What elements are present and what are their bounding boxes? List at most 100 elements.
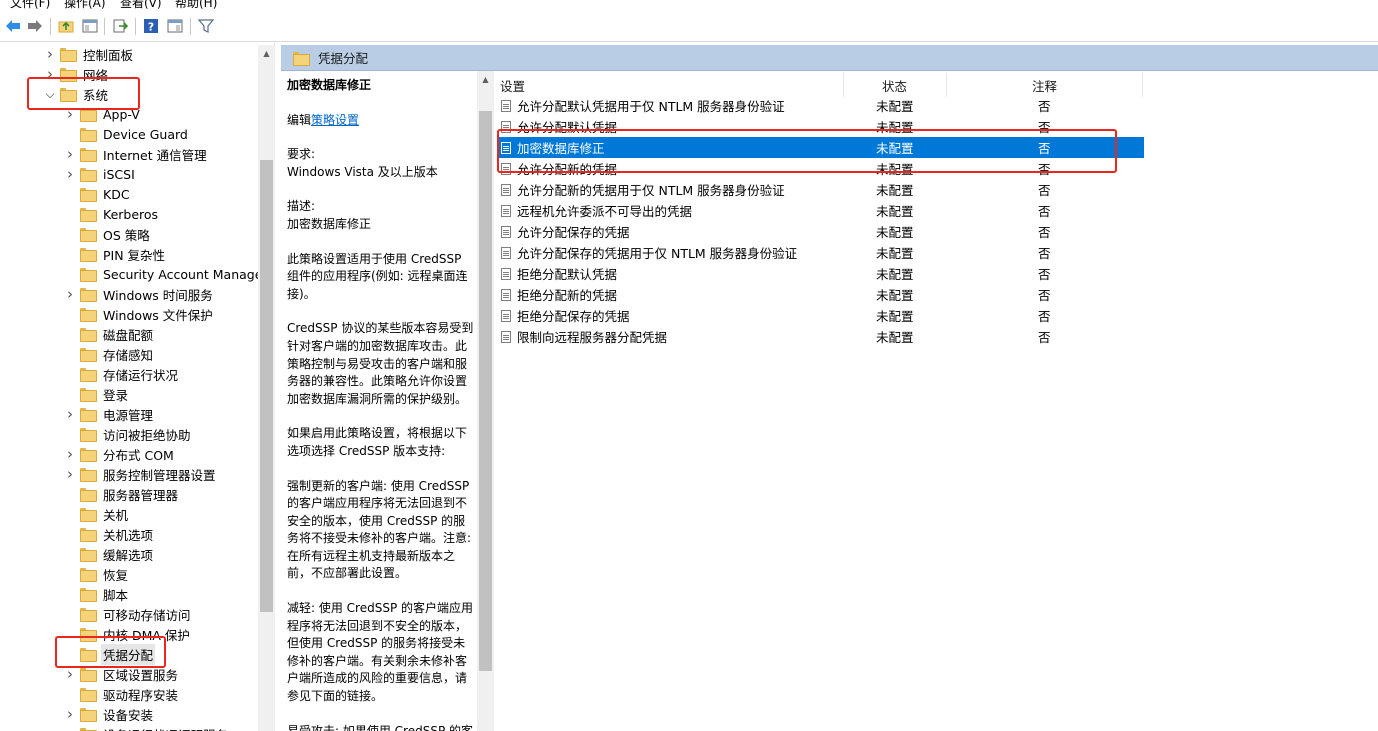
setting-row[interactable]: 允许分配保存的凭据 未配置 否 (498, 221, 1144, 242)
console-tree: › 控制面板 › 网络 ⌵ 系统 › App-V Device Guard › Internet 通… (0, 43, 275, 731)
tree-item[interactable]: › 区域设置服务 (64, 664, 180, 684)
chevron-right-icon[interactable]: › (44, 65, 56, 83)
setting-row[interactable]: 允许分配新的凭据用于仅 NTLM 服务器身份验证 未配置 否 (498, 179, 1144, 200)
tree-item[interactable]: OS 策略 (64, 224, 152, 244)
desc-desc-label: 描述: (287, 199, 316, 214)
setting-row[interactable]: 允许分配保存的凭据用于仅 NTLM 服务器身份验证 未配置 否 (498, 242, 1144, 263)
folder-icon (80, 528, 97, 542)
tree-item[interactable]: Security Account Manager (64, 264, 270, 284)
tree-item[interactable]: 磁盘配额 (64, 324, 155, 344)
tree-item[interactable]: 关机选项 (64, 524, 155, 544)
chevron-right-icon[interactable]: › (64, 665, 76, 683)
tree-item[interactable]: › Windows 时间服务 (64, 284, 215, 304)
tree-item[interactable]: 缓解选项 (64, 544, 155, 564)
menu-view[interactable]: 查看(V) (120, 0, 162, 11)
tree-item[interactable]: › 服务控制管理器设置 (64, 464, 218, 484)
column-header-setting[interactable]: 设置 (500, 73, 525, 97)
tree-item[interactable]: 访问被拒绝协助 (64, 424, 193, 444)
tree-item[interactable]: 驱动程序安装 (64, 684, 180, 704)
folder-icon (80, 428, 97, 442)
filter-icon[interactable] (197, 17, 215, 35)
chevron-down-icon[interactable]: ⌵ (44, 87, 56, 102)
tree-item[interactable]: PIN 复杂性 (64, 244, 167, 264)
chevron-right-icon[interactable]: › (44, 45, 56, 63)
chevron-right-icon[interactable]: › (64, 145, 76, 163)
tree-item[interactable]: 服务器管理器 (64, 484, 180, 504)
setting-name: 允许分配新的凭据用于仅 NTLM 服务器身份验证 (517, 183, 785, 198)
right-pane-title: 凭据分配 (318, 51, 369, 66)
tree-item[interactable]: Windows 文件保护 (64, 304, 215, 324)
export-list-icon[interactable] (111, 17, 129, 35)
tree-item[interactable]: KDC (64, 184, 132, 204)
policy-setting-icon (501, 141, 511, 154)
tree-item-label: 设备运行状况证明服务 (101, 724, 230, 731)
setting-row[interactable]: 远程机允许委派不可导出的凭据 未配置 否 (498, 200, 1144, 221)
tree-item[interactable]: 凭据分配 (64, 643, 156, 665)
tree-item[interactable]: 设备运行状况证明服务 (64, 724, 230, 731)
chevron-right-icon[interactable]: › (64, 165, 76, 183)
tree-scrollbar[interactable]: ▲ (258, 45, 275, 731)
tree-item[interactable]: 脚本 (64, 584, 130, 604)
tree-item[interactable]: › 网络 (44, 64, 110, 84)
console-tree-icon[interactable] (81, 17, 99, 35)
tree-item[interactable]: Device Guard (64, 124, 190, 144)
tree-item[interactable]: 可移动存储访问 (64, 604, 193, 624)
folder-icon (80, 148, 97, 162)
chevron-right-icon[interactable]: › (64, 705, 76, 723)
help-icon[interactable]: ? (142, 17, 160, 35)
setting-state: 未配置 (876, 120, 914, 135)
tree-item[interactable]: › 控制面板 (44, 44, 135, 64)
setting-row[interactable]: 允许分配默认凭据 未配置 否 (498, 116, 1144, 137)
tree-item[interactable]: 登录 (64, 384, 130, 404)
setting-row[interactable]: 拒绝分配默认凭据 未配置 否 (498, 263, 1144, 284)
edit-policy-link[interactable]: 策略设置 (311, 113, 359, 127)
chevron-right-icon[interactable]: › (64, 445, 76, 463)
column-header-note[interactable]: 注释 (1032, 73, 1057, 97)
tree-item[interactable]: 内核 DMA 保护 (64, 624, 192, 644)
scroll-up-arrow-icon[interactable]: ▲ (477, 71, 494, 87)
chevron-right-icon[interactable]: › (64, 465, 76, 483)
tree-item[interactable]: 关机 (64, 504, 130, 524)
tree-item[interactable]: Kerberos (64, 204, 160, 224)
tree-item-label: 缓解选项 (103, 547, 154, 563)
setting-row[interactable]: 允许分配新的凭据 未配置 否 (498, 158, 1144, 179)
tree-item[interactable]: › Internet 通信管理 (64, 144, 209, 164)
setting-row[interactable]: 拒绝分配保存的凭据 未配置 否 (498, 305, 1144, 326)
desc-scrollbar[interactable]: ▲ (477, 71, 494, 731)
chevron-right-icon[interactable]: › (64, 285, 76, 303)
tree-item-label: 网络 (83, 67, 109, 83)
tree-item[interactable]: › iSCSI (64, 164, 137, 184)
menu-action[interactable]: 操作(A) (64, 0, 106, 11)
folder-up-icon[interactable] (57, 17, 75, 35)
view-icon[interactable] (166, 17, 184, 35)
tree-item[interactable]: 存储运行状况 (64, 364, 180, 384)
folder-icon (80, 268, 97, 282)
tree-item[interactable]: › App-V (64, 104, 142, 124)
setting-row[interactable]: 允许分配默认凭据用于仅 NTLM 服务器身份验证 未配置 否 (498, 95, 1144, 116)
tree-item[interactable]: › 电源管理 (64, 404, 155, 424)
setting-row[interactable]: 加密数据库修正 未配置 否 (498, 137, 1144, 158)
tree-item[interactable]: 存储感知 (64, 344, 155, 364)
policy-setting-icon (501, 288, 511, 301)
chevron-right-icon[interactable]: › (64, 105, 76, 123)
tree-item-label: 关机选项 (103, 527, 154, 543)
tree-item[interactable]: › 分布式 COM (64, 444, 176, 464)
tree-item[interactable]: 恢复 (64, 564, 130, 584)
tree-scroll-thumb[interactable] (260, 160, 273, 612)
scroll-up-arrow-icon[interactable]: ▲ (258, 45, 275, 61)
desc-scroll-thumb[interactable] (479, 111, 492, 671)
tree-item[interactable]: ⌵ 系统 (44, 84, 110, 104)
desc-desc-value: 加密数据库修正 (287, 216, 372, 231)
setting-state: 未配置 (876, 204, 914, 219)
chevron-right-icon[interactable]: › (64, 405, 76, 423)
setting-row[interactable]: 限制向远程服务器分配凭据 未配置 否 (498, 326, 1144, 347)
setting-note: 否 (1038, 330, 1051, 345)
setting-row[interactable]: 拒绝分配新的凭据 未配置 否 (498, 284, 1144, 305)
tree-item[interactable]: › 设备安装 (64, 704, 155, 724)
forward-arrow-icon[interactable] (26, 17, 44, 35)
menu-file[interactable]: 文件(F) (10, 0, 50, 11)
policy-setting-icon (501, 309, 511, 322)
column-header-state[interactable]: 状态 (882, 73, 907, 97)
menu-help[interactable]: 帮助(H) (175, 0, 217, 11)
back-arrow-icon[interactable] (4, 17, 22, 35)
